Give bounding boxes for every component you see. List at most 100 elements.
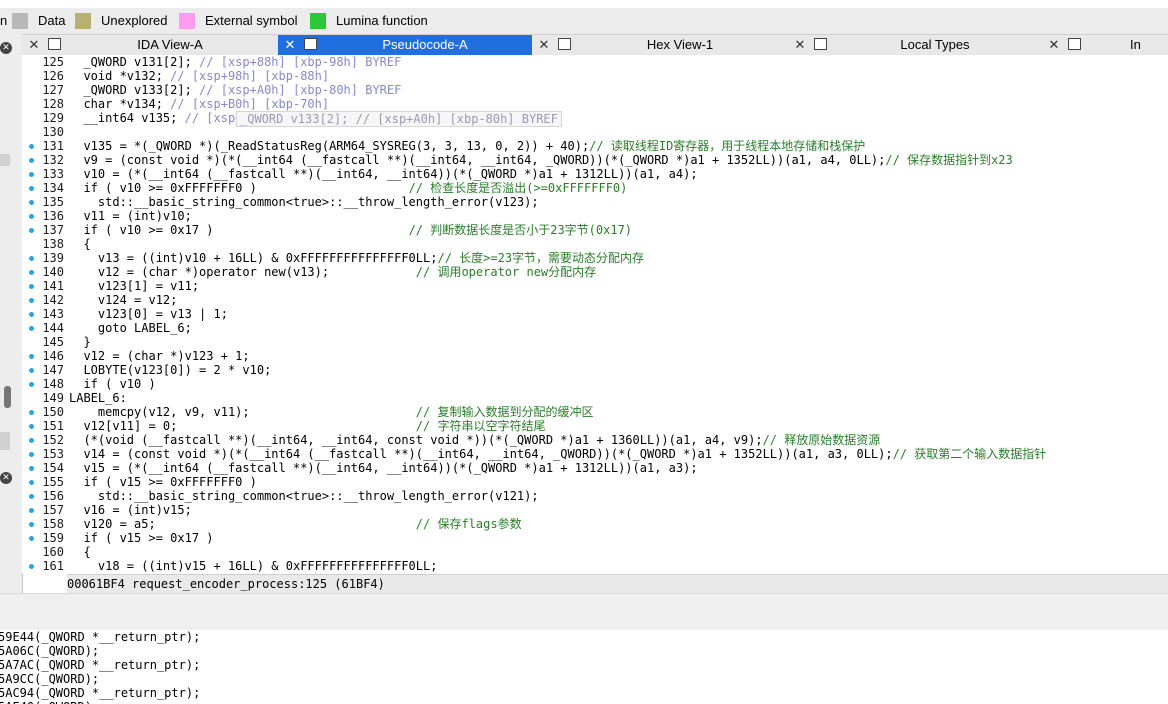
code-line[interactable]: 126 void *v132; // [xsp+98h] [xbp-88h]: [22, 69, 1168, 83]
close-icon[interactable]: ✕: [794, 35, 806, 55]
code-line[interactable]: 143 v123[0] = v13 | 1;: [22, 307, 1168, 321]
close-icon[interactable]: ✕: [538, 35, 550, 55]
code-text[interactable]: v9 = (const void *)(*(__int64 (__fastcal…: [69, 153, 1012, 167]
code-line[interactable]: 156 std::__basic_string_common<true>::__…: [22, 489, 1168, 503]
panel-divider[interactable]: [0, 593, 1168, 631]
code-text[interactable]: {: [69, 237, 90, 251]
code-line[interactable]: 125 _QWORD v131[2]; // [xsp+88h] [xbp-98…: [22, 55, 1168, 69]
breakpoint-dot[interactable]: [29, 172, 34, 177]
output-line[interactable]: 59E44(_QWORD *__return_ptr);: [0, 630, 200, 644]
breakpoint-dot[interactable]: [29, 326, 34, 331]
breakpoint-dot[interactable]: [29, 214, 34, 219]
code-line[interactable]: 129 __int64 v135; // [xsp+B8h] [xbp-68h]: [22, 111, 1168, 125]
code-text[interactable]: {: [69, 545, 90, 559]
breakpoint-dot[interactable]: [29, 564, 34, 569]
code-line[interactable]: 134 if ( v10 >= 0xFFFFFFF0 ) // 检查长度是否溢出…: [22, 181, 1168, 195]
code-line[interactable]: 150 memcpy(v12, v9, v11); // 复制输入数据到分配的缓…: [22, 405, 1168, 419]
pseudocode-view[interactable]: 125 _QWORD v131[2]; // [xsp+88h] [xbp-98…: [22, 55, 1168, 573]
code-text[interactable]: LABEL_6:: [69, 391, 127, 405]
breakpoint-dot[interactable]: [29, 354, 34, 359]
close-icon[interactable]: ✕: [1048, 35, 1060, 55]
code-line[interactable]: 136 v11 = (int)v10;: [22, 209, 1168, 223]
code-text[interactable]: memcpy(v12, v9, v11); // 复制输入数据到分配的缓冲区: [69, 405, 594, 419]
breakpoint-dot[interactable]: [29, 200, 34, 205]
breakpoint-dot[interactable]: [29, 508, 34, 513]
code-line[interactable]: 149 LABEL_6:: [22, 391, 1168, 405]
scrollbar-thumb[interactable]: [4, 386, 11, 408]
code-line[interactable]: 145 }: [22, 335, 1168, 349]
close-icon[interactable]: ✕: [284, 35, 296, 55]
breakpoint-dot[interactable]: [29, 480, 34, 485]
breakpoint-dot[interactable]: [29, 382, 34, 387]
breakpoint-dot[interactable]: [29, 312, 34, 317]
code-line[interactable]: 146 v12 = (char *)v123 + 1;: [22, 349, 1168, 363]
breakpoint-dot[interactable]: [29, 536, 34, 541]
code-text[interactable]: v18 = ((int)v15 + 16LL) & 0xFFFFFFFFFFFF…: [69, 559, 438, 573]
close-icon[interactable]: ✕: [0, 42, 12, 54]
code-line[interactable]: 139 v13 = ((int)v10 + 16LL) & 0xFFFFFFFF…: [22, 251, 1168, 265]
breakpoint-dot[interactable]: [29, 144, 34, 149]
code-text[interactable]: (*(void (__fastcall **)(__int64, __int64…: [69, 433, 880, 447]
code-text[interactable]: LOBYTE(v123[0]) = 2 * v10;: [69, 363, 271, 377]
code-line[interactable]: 131 v135 = *(_QWORD *)(_ReadStatusReg(AR…: [22, 139, 1168, 153]
output-line[interactable]: 5AC94(_QWORD *__return_ptr);: [0, 686, 200, 700]
code-text[interactable]: v135 = *(_QWORD *)(_ReadStatusReg(ARM64_…: [69, 139, 865, 153]
tab-hex-view-1[interactable]: ✕ Hex View-1: [532, 35, 788, 55]
code-line[interactable]: 138 {: [22, 237, 1168, 251]
tab-in[interactable]: ✕ In: [1042, 35, 1168, 55]
code-text[interactable]: v15 = (*(__int64 (__fastcall **)(__int64…: [69, 461, 697, 475]
breakpoint-dot[interactable]: [29, 284, 34, 289]
breakpoint-dot[interactable]: [29, 466, 34, 471]
breakpoint-dot[interactable]: [29, 158, 34, 163]
code-text[interactable]: v124 = v12;: [69, 293, 177, 307]
code-text[interactable]: v12 = (char *)v123 + 1;: [69, 349, 249, 363]
code-text[interactable]: v123[0] = v13 | 1;: [69, 307, 228, 321]
code-text[interactable]: }: [69, 335, 90, 349]
code-text[interactable]: v13 = ((int)v10 + 16LL) & 0xFFFFFFFFFFFF…: [69, 251, 644, 265]
code-line[interactable]: 133 v10 = (*(__int64 (__fastcall **)(__i…: [22, 167, 1168, 181]
breakpoint-dot[interactable]: [29, 228, 34, 233]
code-line[interactable]: 140 v12 = (char *)operator new(v13); // …: [22, 265, 1168, 279]
breakpoint-dot[interactable]: [29, 368, 34, 373]
code-text[interactable]: std::__basic_string_common<true>::__thro…: [69, 489, 539, 503]
code-line[interactable]: 155 if ( v15 >= 0xFFFFFFF0 ): [22, 475, 1168, 489]
breakpoint-dot[interactable]: [29, 424, 34, 429]
code-text[interactable]: v14 = (const void *)(*(__int64 (__fastca…: [69, 447, 1046, 461]
code-text[interactable]: v120 = a5; // 保存flags参数: [69, 517, 521, 531]
code-text[interactable]: v12[v11] = 0; // 字符串以空字符结尾: [69, 419, 545, 433]
code-line[interactable]: 141 v123[1] = v11;: [22, 279, 1168, 293]
code-text[interactable]: v11 = (int)v10;: [69, 209, 191, 223]
code-text[interactable]: void *v132; // [xsp+98h] [xbp-88h]: [69, 69, 329, 83]
breakpoint-dot[interactable]: [29, 410, 34, 415]
code-text[interactable]: std::__basic_string_common<true>::__thro…: [69, 195, 539, 209]
code-text[interactable]: if ( v15 >= 0xFFFFFFF0 ): [69, 475, 256, 489]
code-line[interactable]: 137 if ( v10 >= 0x17 ) // 判断数据长度是否小于23字节…: [22, 223, 1168, 237]
code-line[interactable]: 128 char *v134; // [xsp+B0h] [xbp-70h]: [22, 97, 1168, 111]
code-line[interactable]: 144 goto LABEL_6;: [22, 321, 1168, 335]
code-line[interactable]: 142 v124 = v12;: [22, 293, 1168, 307]
tab-local-types[interactable]: ✕ Local Types: [788, 35, 1042, 55]
code-line[interactable]: 153 v14 = (const void *)(*(__int64 (__fa…: [22, 447, 1168, 461]
code-line[interactable]: 147 LOBYTE(v123[0]) = 2 * v10;: [22, 363, 1168, 377]
code-text[interactable]: v16 = (int)v15;: [69, 503, 191, 517]
breakpoint-dot[interactable]: [29, 270, 34, 275]
code-text[interactable]: if ( v10 ): [69, 377, 155, 391]
code-line[interactable]: 130: [22, 125, 1168, 139]
close-icon[interactable]: ✕: [28, 35, 40, 55]
breakpoint-dot[interactable]: [29, 494, 34, 499]
code-line[interactable]: 127 _QWORD v133[2]; // [xsp+A0h] [xbp-80…: [22, 83, 1168, 97]
code-text[interactable]: v123[1] = v11;: [69, 279, 199, 293]
code-line[interactable]: 151 v12[v11] = 0; // 字符串以空字符结尾: [22, 419, 1168, 433]
code-text[interactable]: v10 = (*(__int64 (__fastcall **)(__int64…: [69, 167, 697, 181]
output-line[interactable]: 5A7AC(_QWORD *__return_ptr);: [0, 658, 200, 672]
code-line[interactable]: 157 v16 = (int)v15;: [22, 503, 1168, 517]
code-line[interactable]: 148 if ( v10 ): [22, 377, 1168, 391]
breakpoint-dot[interactable]: [29, 186, 34, 191]
code-text[interactable]: _QWORD v133[2]; // [xsp+A0h] [xbp-80h] B…: [69, 83, 401, 97]
breakpoint-dot[interactable]: [29, 522, 34, 527]
breakpoint-dot[interactable]: [29, 256, 34, 261]
breakpoint-dot[interactable]: [29, 438, 34, 443]
output-pane[interactable]: 59E44(_QWORD *__return_ptr); 5A06C(_QWORD…: [0, 630, 1168, 704]
code-text[interactable]: if ( v15 >= 0x17 ): [69, 531, 213, 545]
code-line[interactable]: 135 std::__basic_string_common<true>::__…: [22, 195, 1168, 209]
